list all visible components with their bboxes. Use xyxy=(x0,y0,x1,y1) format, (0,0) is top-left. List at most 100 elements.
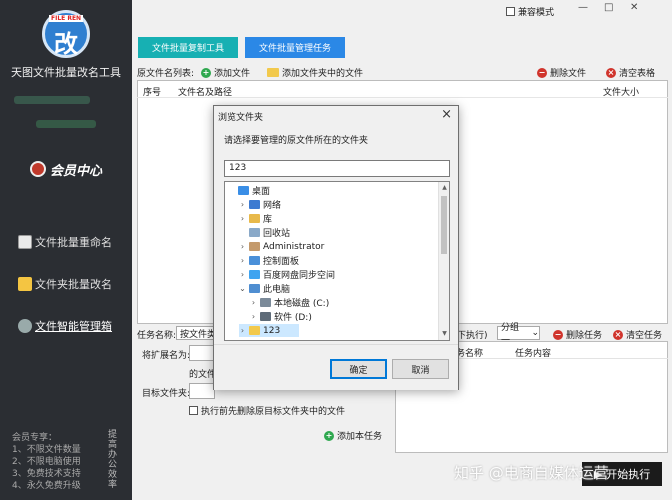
folder-tree-label: 桌面 xyxy=(252,187,271,197)
folder-tree-item[interactable]: › 网络 xyxy=(239,198,281,211)
tree-scrollbar[interactable]: ▲ ▼ xyxy=(438,182,449,340)
tab-batch-manage[interactable]: 文件批量管理任务 xyxy=(245,37,345,58)
close-icon: × xyxy=(613,329,623,340)
target-folder-input[interactable] xyxy=(189,383,215,399)
vip-center-button[interactable]: 会员中心 xyxy=(30,158,102,180)
folder-icon xyxy=(249,270,260,279)
clear-table-button[interactable]: × 清空表格 xyxy=(606,66,655,79)
delete-file-label: 删除文件 xyxy=(550,69,587,79)
compat-mode-toggle[interactable]: 兼容模式 xyxy=(506,5,554,18)
dialog-close-icon[interactable]: × xyxy=(441,107,452,122)
delete-task-label: 删除任务 xyxy=(566,331,603,341)
clear-table-label: 清空表格 xyxy=(619,69,656,79)
minus-icon: − xyxy=(553,329,563,340)
folder-icon xyxy=(18,277,32,291)
delete-before-copy-checkbox[interactable] xyxy=(189,406,198,415)
compat-mode-checkbox[interactable] xyxy=(506,7,515,16)
folder-icon xyxy=(249,340,260,341)
gear-icon xyxy=(18,319,32,333)
delete-before-copy-option[interactable]: 执行前先删除原目标文件夹中的文件 xyxy=(189,404,345,417)
nav-folder-rename[interactable]: 文件夹批量改名 xyxy=(18,274,112,294)
add-folder-files-label: 添加文件夹中的文件 xyxy=(282,69,364,79)
delete-file-button[interactable]: − 删除文件 xyxy=(537,66,586,79)
scrollbar-thumb[interactable] xyxy=(441,196,447,254)
logo-tag: FILE REN xyxy=(49,15,84,22)
add-task-button[interactable]: + 添加本任务 xyxy=(324,429,382,442)
close-window-button[interactable]: ✕ xyxy=(630,2,638,13)
browse-folder-dialog: 浏览文件夹 × 请选择要管理的原文件所在的文件夹 123 桌面 › 网络 › 库回收站 ›… xyxy=(213,105,459,390)
expand-chevron-icon[interactable]: ⌄ xyxy=(239,284,246,293)
folder-tree-item[interactable]: › 控制面板 xyxy=(239,254,299,267)
folder-tree-label: 网络 xyxy=(263,201,282,211)
folder-tree-item[interactable]: 桌面 xyxy=(228,184,270,197)
folder-icon xyxy=(249,326,260,335)
group-select[interactable]: 分组一 ⌄ xyxy=(497,323,540,346)
table-header-divider xyxy=(137,97,668,98)
vip-center-label: 会员中心 xyxy=(50,163,103,179)
folder-tree[interactable]: 桌面 › 网络 › 库回收站 › Administrator › 控制面板 › 百度网盘同步空间 ⌄ 此… xyxy=(224,181,450,341)
close-icon: × xyxy=(606,67,616,78)
folder-tree-item[interactable]: 回收站 xyxy=(239,226,290,239)
document-icon xyxy=(18,235,32,249)
chevron-down-icon: ⌄ xyxy=(531,328,539,338)
folder-tree-item[interactable]: › 库 xyxy=(239,212,272,225)
clear-task-button[interactable]: × 清空任务 xyxy=(613,328,662,341)
folder-icon xyxy=(249,228,260,237)
expand-chevron-icon[interactable]: › xyxy=(239,326,246,335)
expand-chevron-icon[interactable]: › xyxy=(239,200,246,209)
expand-chevron-icon[interactable]: › xyxy=(239,214,246,223)
app-title: 天图文件批量改名工具 xyxy=(11,66,121,79)
folder-path-input[interactable]: 123 xyxy=(224,160,450,177)
scroll-up-icon[interactable]: ▲ xyxy=(439,184,449,191)
delete-task-button[interactable]: − 删除任务 xyxy=(553,328,602,341)
nav-file-rename[interactable]: 文件批量重命名 xyxy=(18,232,112,252)
folder-tree-label: 本地磁盘 (C:) xyxy=(274,299,330,309)
folder-tree-label: 软件 (D:) xyxy=(274,313,312,323)
minimize-button[interactable]: — xyxy=(578,2,588,13)
add-file-button[interactable]: + 添加文件 xyxy=(201,66,250,79)
folder-tree-item[interactable]: › 软件 (D:) xyxy=(250,310,312,323)
folder-tree-item[interactable]: › Administrator xyxy=(239,240,324,253)
blurred-account-info xyxy=(14,96,90,104)
extension-input[interactable] xyxy=(189,345,215,361)
folder-tree-label: 回收站 xyxy=(263,229,291,239)
clear-task-label: 清空任务 xyxy=(626,331,663,341)
folder-icon xyxy=(267,68,279,77)
expand-chevron-icon[interactable]: › xyxy=(250,312,257,321)
vip-perk-line: 4、永久免费升级 xyxy=(12,481,81,491)
scroll-down-icon[interactable]: ▼ xyxy=(439,330,449,337)
app-logo: FILE REN 改 xyxy=(42,10,90,58)
folder-tree-item[interactable]: › 123 xyxy=(239,324,299,337)
plus-icon: + xyxy=(324,430,334,441)
logo-char: 改 xyxy=(54,29,78,58)
expand-chevron-icon[interactable]: › xyxy=(239,270,246,279)
expand-chevron-icon[interactable]: › xyxy=(239,256,246,265)
task-name-label: 任务名称: xyxy=(137,331,177,341)
folder-tree-label: 此电脑 xyxy=(263,285,291,295)
folder-tree-item[interactable]: › 本地磁盘 (C:) xyxy=(250,296,329,309)
expand-chevron-icon[interactable]: › xyxy=(250,298,257,307)
folder-icon xyxy=(249,256,260,265)
nav-label: 文件智能管理箱 xyxy=(35,320,112,333)
folder-icon xyxy=(238,186,249,195)
folder-tree-item[interactable]: ⌄ 此电脑 xyxy=(239,282,290,295)
start-label: 开始执行 xyxy=(606,468,651,481)
folder-icon xyxy=(249,214,260,223)
folder-tree-label: 库 xyxy=(263,215,273,225)
nav-file-manager[interactable]: 文件智能管理箱 xyxy=(18,316,112,336)
folder-icon xyxy=(260,312,271,321)
blurred-account-info-2 xyxy=(36,120,96,128)
expand-chevron-icon[interactable]: › xyxy=(239,242,246,251)
nav-label: 文件夹批量改名 xyxy=(35,278,112,291)
add-folder-files-button[interactable]: 添加文件夹中的文件 xyxy=(267,66,363,79)
target-folder-label: 目标文件夹: xyxy=(142,389,191,399)
sidebar: FILE REN 改 天图文件批量改名工具 会员中心 文件批量重命名 文件夹批量… xyxy=(0,0,132,500)
folder-tree-item[interactable]: › 百度网盘同步空间 xyxy=(239,268,335,281)
folder-tree-item[interactable]: 7381 xyxy=(239,338,286,341)
cancel-button[interactable]: 取消 xyxy=(392,359,449,379)
folder-tree-label: 控制面板 xyxy=(263,257,300,267)
tab-batch-copy[interactable]: 文件批量复制工具 xyxy=(138,37,238,58)
maximize-button[interactable]: □ xyxy=(604,2,613,13)
extension-label: 将扩展名为: xyxy=(142,351,191,361)
ok-button[interactable]: 确定 xyxy=(330,359,387,379)
